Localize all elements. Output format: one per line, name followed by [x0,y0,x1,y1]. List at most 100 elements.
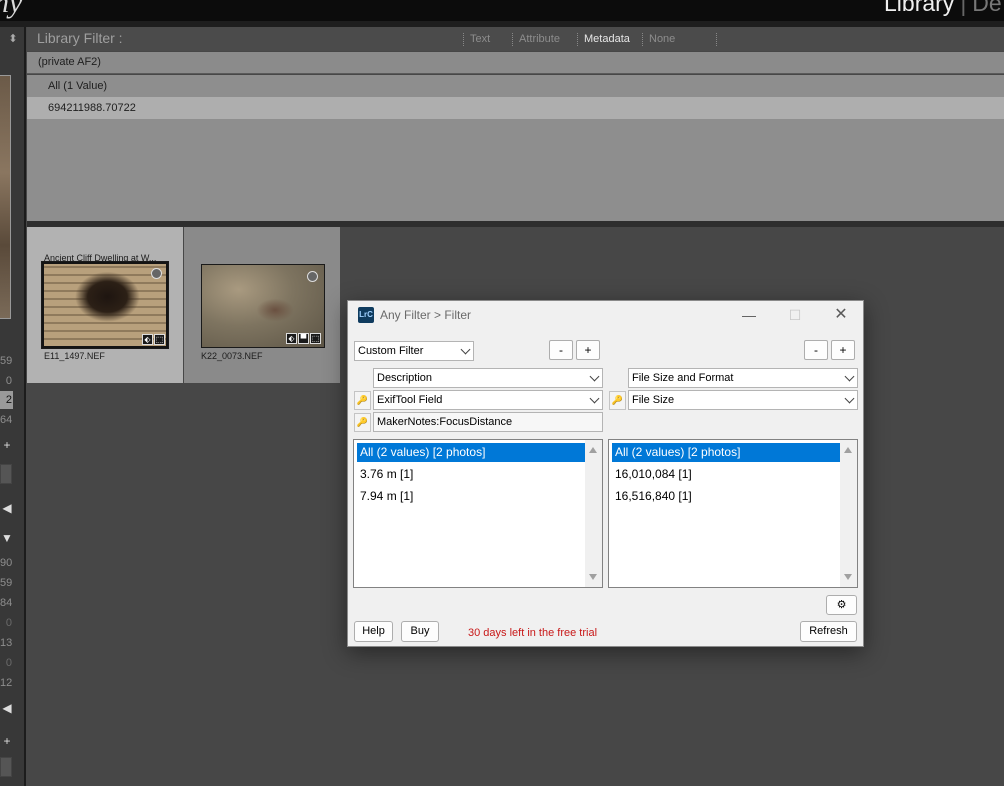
list-item[interactable]: 16,516,840 [1] [612,487,841,506]
chevron-down-icon [844,371,855,382]
folder-count-selected[interactable]: 2 [0,391,13,409]
filter-tab-attribute[interactable]: Attribute [512,33,560,46]
metadata-row-all[interactable]: All (1 Value) [27,75,1004,97]
collection-count: 84 [0,597,13,609]
filter-tab-metadata[interactable]: Metadata [577,33,630,46]
collection-count: 59 [0,577,13,589]
selection-badge-icon[interactable] [151,268,162,279]
left-field-category-value: Description [377,372,433,384]
metadata-row-value[interactable]: 694211988.70722 [27,97,1004,119]
scroll-down-icon[interactable] [844,574,852,580]
remove-criterion-left-button[interactable]: - [549,340,573,360]
right-field-category-value: File Size and Format [632,372,734,384]
add-criterion-left-button[interactable]: + [576,340,600,360]
tab-separator [716,33,717,46]
left-field-value: ExifTool Field [377,394,443,406]
photo-thumbnail[interactable]: ⬖ ⬚ [41,261,169,349]
selection-badge-icon[interactable] [307,271,318,282]
list-item[interactable]: 7.94 m [1] [357,487,586,506]
collection-count: 12 [0,677,13,689]
metadata-value-list: All (1 Value) 694211988.70722 [27,75,1004,221]
grid-cell-selected[interactable]: Ancient Cliff Dwelling at W... ⬖ ⬚ E11_1… [27,227,183,383]
lrc-logo-icon: LrC [358,307,374,323]
module-develop[interactable]: De [972,0,1001,16]
pin-icon[interactable]: 🔑 [609,391,626,410]
right-field-value: File Size [632,394,675,406]
list-item[interactable]: 16,010,084 [1] [612,465,841,484]
folder-count: 0 [5,375,12,387]
scroll-up-icon[interactable] [589,447,597,453]
collection-count: 0 [5,657,12,669]
list-scrollbar[interactable] [585,440,602,587]
chevron-down-icon [460,344,471,355]
buy-button[interactable]: Buy [401,621,439,642]
metadata-column-title: (private AF2) [38,56,101,68]
list-item[interactable]: 3.76 m [1] [357,465,586,484]
collection-count: 0 [5,617,12,629]
panel-collapse-arrows-icon[interactable]: ⬍ [1,32,25,50]
pin-icon[interactable]: 🔑 [354,391,371,410]
exiftool-tag-value: MakerNotes:FocusDistance [377,416,513,428]
pin-icon[interactable]: 🔑 [354,413,371,432]
thumbnail-badges: ⬖ ▀ ⬚ [286,333,321,344]
settings-gear-icon[interactable]: ⚙ [826,595,857,615]
folder-count: 64 [0,414,13,426]
left-field-category-dropdown[interactable]: Description [373,368,603,388]
play-left-icon[interactable]: ◀ [0,499,14,517]
library-filter-bar: Library Filter : Text Attribute Metadata… [27,27,1004,51]
preset-dropdown[interactable]: Custom Filter [354,341,474,361]
chevron-down-icon [589,393,600,404]
expand-down-icon[interactable]: ▼ [0,529,14,547]
develop-badge-icon[interactable]: ⬚ [310,333,321,344]
module-picker: Library | De [884,0,1002,17]
panel-field[interactable] [0,464,12,484]
maximize-icon: ☐ [788,307,802,323]
close-icon[interactable]: ✕ [818,301,864,329]
scroll-down-icon[interactable] [589,574,597,580]
any-filter-dialog: LrC Any Filter > Filter — ☐ ✕ Custom Fil… [347,300,864,647]
list-item-selected[interactable]: All (2 values) [2 photos] [612,443,841,462]
keyword-badge-icon[interactable]: ⬖ [286,333,297,344]
collection-count: 90 [0,557,13,569]
scroll-up-icon[interactable] [844,447,852,453]
right-field-category-dropdown[interactable]: File Size and Format [628,368,858,388]
trial-notice: 30 days left in the free trial [468,627,598,639]
collection-count: 13 [0,637,13,649]
photo-filename: E11_1497.NEF [44,351,105,361]
refresh-button[interactable]: Refresh [800,621,857,642]
preset-value: Custom Filter [358,345,424,357]
add-criterion-right-button[interactable]: + [831,340,855,360]
play-left-icon[interactable]: ◀ [0,699,14,717]
metadata-column-header[interactable]: (private AF2) [27,52,1004,74]
left-values-list[interactable]: All (2 values) [2 photos] 3.76 m [1] 7.9… [353,439,603,588]
remove-criterion-right-button[interactable]: - [804,340,828,360]
right-field-dropdown[interactable]: File Size [628,390,858,410]
develop-badge-icon[interactable]: ⬚ [154,334,165,345]
photo-thumbnail[interactable]: ⬖ ▀ ⬚ [201,264,325,348]
help-button[interactable]: Help [354,621,393,642]
keyword-badge-icon[interactable]: ⬖ [142,334,153,345]
chevron-down-icon [589,371,600,382]
filter-tab-text[interactable]: Text [463,33,490,46]
chevron-down-icon [844,393,855,404]
right-values-list[interactable]: All (2 values) [2 photos] 16,010,084 [1]… [608,439,858,588]
filter-tab-none[interactable]: None [642,33,675,46]
module-library[interactable]: Library [884,0,954,16]
list-scrollbar[interactable] [840,440,857,587]
exiftool-tag-field[interactable]: MakerNotes:FocusDistance [373,412,603,432]
dialog-title: Any Filter > Filter [380,308,472,322]
left-panel: ⬍ 59 0 2 64 + ◀ ▼ 90 59 84 0 13 0 12 ◀ + [0,27,26,786]
navigator-preview[interactable] [0,75,11,319]
thumbnail-badges: ⬖ ⬚ [142,334,165,345]
grid-cell[interactable]: ⬖ ▀ ⬚ K22_0073.NEF [184,227,340,383]
add-collection-icon[interactable]: + [0,732,14,750]
add-folder-icon[interactable]: + [0,436,14,454]
minimize-icon[interactable]: — [726,301,772,329]
list-item-selected[interactable]: All (2 values) [2 photos] [357,443,586,462]
module-separator: | [960,0,967,16]
identity-plate: ny [0,0,23,19]
filter-bar-title: Library Filter : [37,30,123,46]
left-field-dropdown[interactable]: ExifTool Field [373,390,603,410]
comment-badge-icon[interactable]: ▀ [298,333,309,344]
panel-field[interactable] [0,757,12,777]
